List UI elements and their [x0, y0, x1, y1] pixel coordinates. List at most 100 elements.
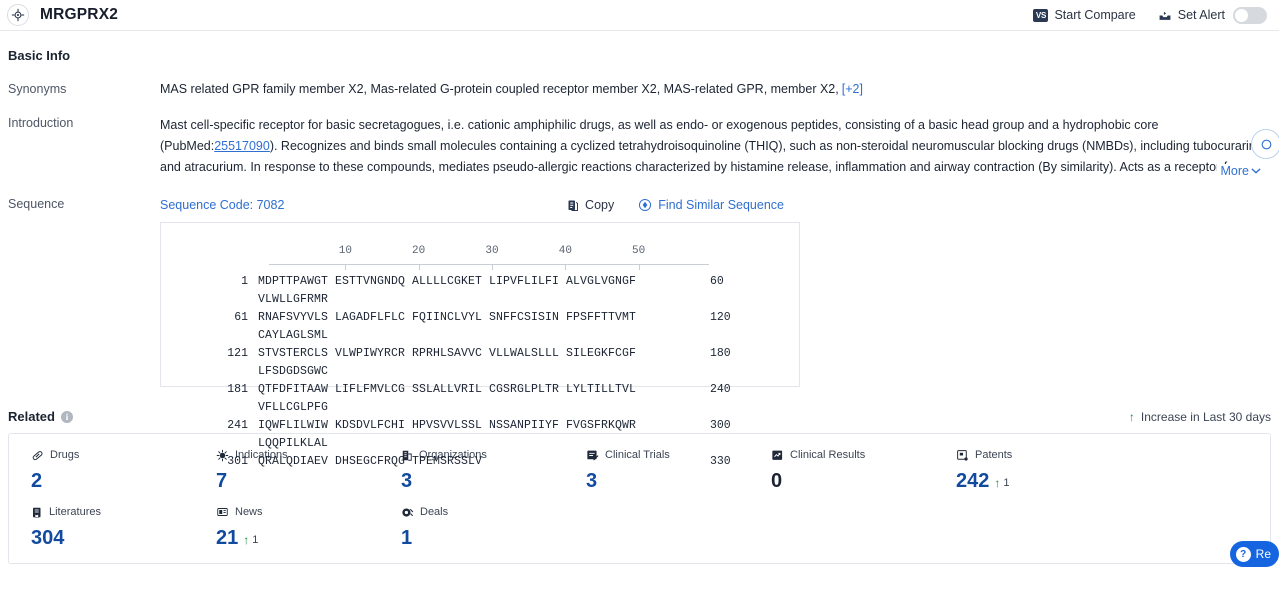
basic-info-title: Basic Info	[8, 48, 71, 63]
ruler-tick	[565, 264, 567, 270]
stat-number: 3	[401, 470, 413, 492]
introduction-text: Mast cell-specific receptor for basic se…	[160, 115, 1271, 178]
stat-value[interactable]: 304	[31, 527, 194, 549]
info-icon[interactable]: i	[60, 410, 73, 423]
page-content: Basic Info Synonyms MAS related GPR fami…	[0, 48, 1279, 567]
ruler-tick-label: 50	[632, 245, 646, 257]
ruler-tick	[638, 264, 640, 270]
stat-value[interactable]: 2	[31, 470, 194, 492]
ruler-tick	[345, 264, 347, 270]
stat-head: News	[216, 505, 379, 519]
stat-number: 242	[956, 470, 990, 492]
related-stat-literatures[interactable]: Literatures 304	[9, 505, 194, 551]
ruler-tick-label: 40	[558, 245, 572, 257]
stat-number: 3	[586, 470, 598, 492]
page-side-action-icon[interactable]	[1251, 129, 1279, 159]
sequence-tools: Copy Find Similar Sequence	[567, 198, 784, 212]
stat-number: 1	[401, 527, 413, 549]
versus-icon: VS	[1033, 8, 1049, 22]
introduction-row: Introduction Mast cell-specific receptor…	[8, 115, 1279, 178]
start-compare-button[interactable]: VS Start Compare	[1033, 8, 1136, 22]
ruler-tick	[492, 264, 493, 270]
pubmed-link[interactable]: 25517090	[214, 139, 270, 153]
stat-value[interactable]: 7	[216, 470, 379, 492]
chevron-down-icon	[1251, 166, 1261, 176]
sequence-line: 241 IQWFLILWIW KDSDVLFCHI HPVSVVLSSL NSSA…	[161, 417, 799, 453]
introduction-body: Mast cell-specific receptor for basic se…	[160, 115, 1279, 178]
ruler-tick-label: 10	[338, 245, 352, 257]
page-title: MRGPRX2	[40, 6, 119, 23]
target-icon	[7, 4, 29, 26]
stat-number: 304	[31, 527, 65, 549]
sequence-start-index: 61	[234, 311, 248, 324]
stat-number: 7	[216, 470, 228, 492]
sequence-end-index: 180	[710, 347, 731, 360]
ruler-tick	[418, 264, 420, 270]
sequence-rows: 1 MDPTTPAWGT ESTTVNGNDQ ALLLLCGKET LIPVFL…	[161, 273, 799, 471]
sequence-line: 61 RNAFSVYVLS LAGADFLFLC FQIINCLVYL SNFFC…	[161, 309, 799, 345]
synonyms-more-link[interactable]: [+2]	[842, 82, 863, 96]
top-bar: MRGPRX2 VS Start Compare Set Alert	[0, 0, 1279, 31]
basic-info-heading: Basic Info	[8, 48, 1271, 63]
related-stat-deals[interactable]: Deals 1	[379, 505, 564, 551]
stat-label: Deals	[420, 506, 449, 518]
sequence-line: 121 STVSTERCLS VLWPIWYRCR RPRHLSAVVC VLLW…	[161, 345, 799, 381]
find-similar-icon	[638, 198, 652, 212]
sequence-header: Sequence Code: 7082 Copy Find Similar Se…	[160, 196, 1271, 214]
set-alert-toggle[interactable]	[1233, 6, 1267, 24]
sequence-ruler: 10 20 30 40 50	[269, 245, 709, 270]
stat-number: 2	[31, 470, 43, 492]
ruler-tick-label: 30	[485, 245, 499, 257]
sequence-end-index: 120	[710, 311, 731, 324]
stat-value: 0	[771, 470, 934, 492]
sequence-end-index: 330	[710, 455, 731, 468]
stat-number: 21	[216, 527, 239, 549]
delta-up-arrow-icon: ↑	[994, 476, 1001, 490]
stat-value[interactable]: 21 ↑ 1	[216, 527, 379, 551]
sequence-viewer: 10 20 30 40 50 1 MDPTTPAWGT ESTTVNGNDQ ALLLLC…	[160, 222, 800, 468]
ruler-tick-label: 20	[412, 245, 426, 257]
increase-legend: ↑ Increase in Last 30 days	[1129, 410, 1271, 424]
stat-label: Literatures	[49, 506, 101, 518]
sequence-code-link[interactable]: Sequence Code: 7082	[160, 198, 284, 212]
help-chat-button[interactable]: ? Re	[1229, 541, 1279, 567]
find-similar-sequence-button[interactable]: Find Similar Sequence	[638, 198, 784, 212]
related-stat-patents[interactable]: Patents 242 ↑ 1	[934, 448, 1119, 494]
introduction-more-button[interactable]: More	[1216, 164, 1261, 178]
handshake-icon	[401, 506, 414, 519]
sequence-start-index: 301	[227, 455, 248, 468]
capsule-icon	[31, 449, 44, 462]
synonyms-text: MAS related GPR family member X2, Mas-re…	[160, 82, 839, 96]
stat-value[interactable]: 3	[586, 470, 749, 492]
stat-value[interactable]: 242 ↑ 1	[956, 470, 1119, 494]
sequence-residues: QTFDFITAAW LIFLFMVLCG SSLALLVRIL CGSRGLP…	[258, 383, 637, 414]
stat-delta: ↑ 1	[243, 529, 258, 551]
help-label: Re	[1255, 547, 1271, 561]
stat-value[interactable]: 1	[401, 527, 564, 549]
sequence-residues: QRALQDIAEV DHSEGCFRQG TPEMSRSSLV	[258, 455, 483, 468]
start-compare-label: Start Compare	[1054, 8, 1136, 22]
patent-icon	[956, 449, 969, 462]
copy-label: Copy	[585, 198, 615, 212]
increase-legend-label: Increase in Last 30 days	[1140, 409, 1271, 424]
sequence-residues: IQWFLILWIW KDSDVLFCHI HPVSVVLSSL NSSANPI…	[258, 419, 637, 450]
set-alert-control[interactable]: Set Alert	[1158, 6, 1267, 24]
synonyms-value: MAS related GPR family member X2, Mas-re…	[160, 81, 1271, 97]
sequence-residues: MDPTTPAWGT ESTTVNGNDQ ALLLLCGKET LIPVFLI…	[258, 275, 637, 306]
set-alert-label: Set Alert	[1177, 8, 1225, 22]
sequence-start-index: 241	[227, 419, 248, 432]
copy-button[interactable]: Copy	[567, 198, 614, 212]
related-stat-news[interactable]: News 21 ↑ 1	[194, 505, 379, 551]
introduction-part-2: ). Recognizes and binds small molecules …	[160, 139, 1263, 174]
stat-head: Deals	[401, 505, 564, 519]
top-bar-actions: VS Start Compare Set Alert	[1033, 6, 1267, 24]
question-mark-icon: ?	[1235, 546, 1251, 562]
sequence-start-index: 1	[241, 275, 248, 288]
stat-delta: ↑ 1	[994, 472, 1009, 494]
delta-up-arrow-icon: ↑	[243, 533, 250, 547]
copy-icon	[567, 199, 579, 212]
sequence-line: 1 MDPTTPAWGT ESTTVNGNDQ ALLLLCGKET LIPVFL…	[161, 273, 799, 309]
stat-value[interactable]: 3	[401, 470, 564, 492]
related-title-wrap: Related i	[8, 409, 73, 424]
sequence-residues: STVSTERCLS VLWPIWYRCR RPRHLSAVVC VLLWALS…	[258, 347, 637, 378]
